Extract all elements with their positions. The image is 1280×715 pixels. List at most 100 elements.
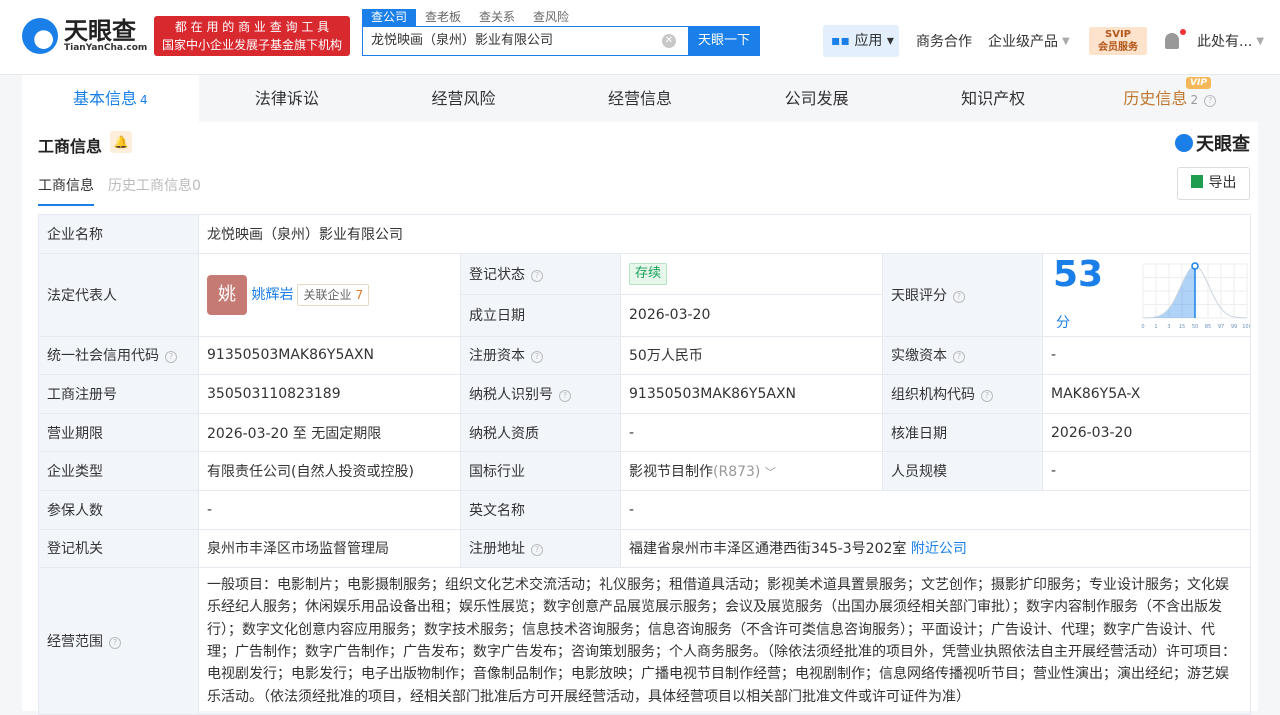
search-value: 龙悦映画（泉州）影业有限公司 [371, 33, 554, 48]
nav-enterprise[interactable]: 企业级产品 ▼ [988, 25, 1070, 57]
table-row: 企业类型 有限责任公司(自然人投资或控股) 国标行业 影视节目制作(R873) ﹀… [38, 451, 1251, 491]
x-tick-label: 3 [1167, 324, 1170, 330]
industry: 影视节目制作 [629, 464, 713, 481]
x-tick-label: 1 [1154, 324, 1157, 330]
svip-button[interactable]: SVIP 会员服务 [1089, 27, 1147, 55]
legal-rep-link[interactable]: 姚辉岩 [251, 287, 293, 303]
help-icon[interactable]: ? [559, 389, 571, 402]
help-icon[interactable]: ? [953, 290, 965, 303]
subtab-business-info[interactable]: 工商信息 [38, 175, 94, 206]
label-text: 统一社会信用代码 [47, 348, 159, 365]
search-tab-boss[interactable]: 查老板 [416, 9, 470, 26]
rating-distribution-chart: 0 1 3 15 50 85 97 99 100 [1141, 261, 1250, 330]
related-companies-button[interactable]: 关联企业 7 [297, 283, 370, 306]
label: 纳税人识别号? [460, 374, 621, 414]
rating-cell: 53 分 0 1 3 15 50 85 97 99 100 [1042, 252, 1251, 337]
slogan-banner[interactable]: 都 在 用 的 商 业 查 询 工 具国家中小企业发展子基金旗下机构 [154, 16, 350, 56]
tab-development[interactable]: 公司发展 [728, 75, 905, 122]
nearby-companies-link[interactable]: 附近公司 [911, 541, 967, 557]
approved-date: 2026-03-20 [1042, 412, 1251, 453]
label: 实缴资本? [882, 335, 1043, 376]
rating-unit: 分 [1056, 314, 1070, 331]
search-tab-company[interactable]: 查公司 [362, 9, 417, 26]
tab-history[interactable]: 历史信息 2? [1081, 75, 1258, 122]
help-icon[interactable]: ? [981, 389, 993, 402]
business-info-table: 企业名称 龙悦映画（泉州）影业有限公司 法定代表人 姚 姚辉岩 关联企业 7 登记状态… [38, 214, 1251, 715]
help-icon[interactable]: ? [165, 351, 177, 364]
tab-basic-info[interactable]: 基本信息 4 [22, 75, 199, 122]
apps-menu[interactable]: ▪▪ 应用 ▾ [823, 25, 899, 57]
user-name: 此处有... [1197, 34, 1253, 50]
help-icon[interactable]: ? [531, 269, 543, 282]
label: 纳税人资质 [460, 412, 621, 453]
clear-icon[interactable]: ✕ [662, 34, 676, 48]
svip-sub: 会员服务 [1098, 42, 1138, 53]
table-row: 登记机关 泉州市丰泽区市场监督管理局 注册地址? 福建省泉州市丰泽区通港西街345… [38, 528, 1251, 569]
top-header: 天眼查 TianYanCha.com 都 在 用 的 商 业 查 询 工 具国家中… [0, 0, 1280, 75]
vip-badge: VIP [1186, 77, 1211, 89]
help-icon[interactable]: ? [953, 351, 965, 364]
tab-risk[interactable]: 经营风险 [375, 75, 552, 122]
legal-rep-cell: 姚 姚辉岩 关联企业 7 [198, 252, 461, 337]
reg-no: 350503110823189 [198, 374, 461, 414]
label: 工商注册号 [38, 374, 199, 414]
status-badge: 存续 [629, 262, 668, 285]
help-icon[interactable]: ? [1204, 95, 1217, 107]
notification-dot [1180, 29, 1186, 35]
help-icon[interactable]: ? [531, 351, 543, 364]
industry-cell[interactable]: 影视节目制作(R873) ﹀ [620, 451, 883, 491]
search-button[interactable]: 天眼一下 [688, 26, 760, 56]
label-text: 注册资本 [469, 348, 525, 365]
x-tick-label: 50 [1192, 324, 1198, 330]
export-button[interactable]: 导出 [1177, 167, 1250, 200]
label: 天眼评分? [882, 252, 1043, 337]
chevron-down-icon: ▼ [1256, 35, 1265, 47]
x-tick-label: 97 [1218, 324, 1224, 330]
logo[interactable]: 天眼查 TianYanCha.com [22, 18, 147, 54]
address: 福建省泉州市丰泽区通港西街345-3号202室 [629, 541, 907, 558]
subtab-history-business-info[interactable]: 历史工商信息0 [108, 175, 201, 206]
tab-count: 2 [1190, 93, 1199, 107]
tab-label: 基本信息 [72, 89, 137, 108]
tab-label: 公司发展 [784, 89, 849, 108]
apps-label: 应用 [854, 33, 883, 49]
table-row: 统一社会信用代码? 91350503MAK86Y5AXN 注册资本? 50万人民币 … [38, 335, 1251, 376]
section-title: 工商信息 [38, 137, 103, 156]
bell-icon[interactable]: 🔔 [110, 131, 132, 153]
avatar[interactable]: 姚 [207, 274, 247, 315]
user-menu[interactable]: 此处有... ▼ [1197, 25, 1264, 57]
tab-legal[interactable]: 法律诉讼 [199, 75, 376, 122]
label-text: 实缴资本 [891, 348, 947, 365]
table-row: 法定代表人 姚 姚辉岩 关联企业 7 登记状态? 存续 天眼评分? 53 分 0 1 3 1… [38, 252, 1251, 337]
main-tabs: 基本信息 4 法律诉讼 经营风险 经营信息 公司发展 知识产权 历史信息 2? [22, 75, 1258, 122]
org-code: MAK86Y5A-X [1042, 374, 1251, 414]
paid-capital: - [1042, 335, 1251, 376]
label: 注册资本? [460, 335, 621, 376]
label-text: 登记状态 [469, 266, 525, 283]
search-input[interactable]: 龙悦映画（泉州）影业有限公司 ✕ [362, 26, 688, 56]
label: 法定代表人 [38, 252, 199, 337]
search-tab-relation[interactable]: 查关系 [470, 9, 524, 26]
label: 企业类型 [38, 451, 199, 491]
tab-label: 法律诉讼 [254, 89, 319, 108]
slogan-line-2: 国家中小企业发展子基金旗下机构 [161, 38, 342, 52]
help-icon[interactable]: ? [109, 637, 121, 650]
svip-label: SVIP [1105, 29, 1131, 40]
label: 注册地址? [460, 528, 621, 569]
table-row: 工商注册号 350503110823189 纳税人识别号? 91350503MAK8… [38, 374, 1251, 414]
nav-business-label: 商务合作 [916, 34, 972, 50]
rating-score: 53 分 [1053, 254, 1120, 336]
search-tab-risk[interactable]: 查风险 [524, 9, 578, 26]
tab-ip[interactable]: 知识产权 [905, 75, 1082, 122]
search-type-tabs: 查公司 查老板 查关系 查风险 [362, 9, 578, 26]
logo-title: 天眼查 [64, 17, 136, 45]
related-count: 7 [355, 287, 364, 302]
nav-business[interactable]: 商务合作 [916, 25, 972, 57]
bell-icon[interactable] [1165, 33, 1179, 49]
business-info-card: 工商信息 🔔 天眼查 工商信息 历史工商信息0 导出 企业名称 龙悦映画（泉州）影… [22, 122, 1258, 715]
tax-id: 91350503MAK86Y5AXN [620, 374, 883, 414]
excel-icon [1190, 175, 1203, 188]
tab-operation[interactable]: 经营信息 [552, 75, 729, 122]
help-icon[interactable]: ? [531, 544, 543, 557]
insured-count: - [198, 489, 461, 530]
